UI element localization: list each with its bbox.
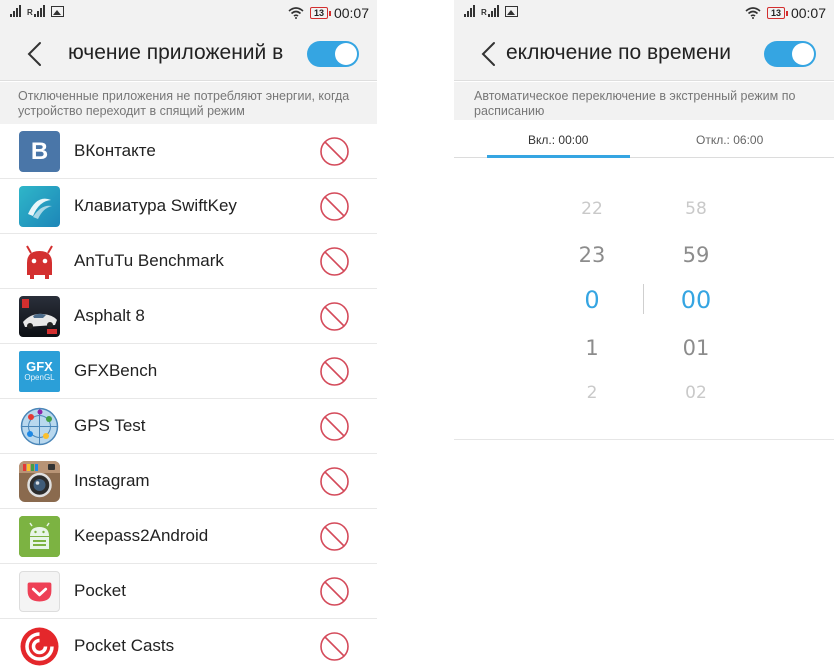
app-name: Pocket Casts (74, 636, 175, 655)
schedule-screen: R 13 00:07 еключение по времени Автомати… (454, 0, 834, 671)
hour-selected[interactable]: 0 (562, 286, 622, 314)
page-title: еключение по времени (506, 41, 731, 64)
signal-icon (10, 5, 21, 17)
signal-r-icon: R (27, 5, 45, 17)
wifi-icon (288, 7, 304, 19)
app-name: Клавиатура SwiftKey (74, 196, 237, 215)
hour-option[interactable]: 22 (562, 199, 622, 219)
pocket-casts-icon (19, 626, 60, 667)
page-title: ючение приложений в (68, 41, 284, 64)
minute-option[interactable]: 02 (666, 383, 726, 403)
app-name: GPS Test (74, 416, 146, 435)
tab-on-time[interactable]: Вкл.: 00:00 (528, 133, 588, 147)
gfx-icon-label: GFX (26, 359, 53, 374)
list-item[interactable]: В ВКонтакте (0, 124, 377, 179)
battery-icon: 13 (766, 7, 788, 19)
app-name: Keepass2Android (74, 526, 209, 545)
time-picker[interactable]: 22 23 0 1 2 58 59 00 01 02 (454, 158, 834, 440)
list-item[interactable]: Pocket (0, 564, 377, 619)
vk-logo-letter: В (30, 137, 49, 165)
gfxbench-icon: GFX OpenGL (19, 351, 60, 392)
app-name: GFXBench (74, 361, 158, 380)
vk-icon: В (19, 131, 60, 172)
status-bar: R 13 00:07 (0, 0, 377, 28)
tab-off-time[interactable]: Откл.: 06:00 (696, 133, 763, 147)
minute-option[interactable]: 59 (666, 243, 726, 267)
list-item[interactable]: GFX OpenGL GFXBench (0, 344, 377, 399)
time-tabs: Вкл.: 00:00 Откл.: 06:00 (454, 124, 834, 158)
app-name: Instagram (74, 471, 150, 490)
list-item[interactable]: GPS Test (0, 399, 377, 454)
description-text: Автоматическое переключение в экстренный… (454, 82, 834, 120)
block-icon[interactable] (319, 631, 350, 662)
block-icon[interactable] (319, 521, 350, 552)
list-item[interactable]: Клавиатура SwiftKey (0, 179, 377, 234)
battery-icon: 13 (309, 7, 331, 19)
block-icon[interactable] (319, 191, 350, 222)
master-toggle[interactable] (307, 41, 359, 67)
block-icon[interactable] (319, 466, 350, 497)
block-icon[interactable] (319, 136, 350, 167)
app-name: ВКонтакте (74, 141, 156, 160)
back-arrow-icon[interactable] (476, 40, 504, 68)
minute-selected[interactable]: 00 (666, 286, 726, 314)
status-clock: 00:07 (790, 5, 826, 21)
pocket-icon (19, 571, 60, 612)
block-icon[interactable] (319, 356, 350, 387)
block-icon[interactable] (319, 301, 350, 332)
list-item[interactable]: AnTuTu Benchmark (0, 234, 377, 289)
hour-option[interactable]: 2 (562, 383, 622, 403)
list-item[interactable]: Keepass2Android (0, 509, 377, 564)
gps-test-icon (19, 406, 60, 447)
keepass-icon (19, 516, 60, 557)
schedule-toggle[interactable] (764, 41, 816, 67)
hour-option[interactable]: 23 (562, 243, 622, 267)
status-bar: R 13 00:07 (454, 0, 834, 28)
app-list: В ВКонтакте Клавиатура SwiftKey AnTuTu B… (0, 124, 377, 671)
block-icon[interactable] (319, 246, 350, 277)
back-arrow-icon[interactable] (22, 40, 50, 68)
list-item[interactable]: Asphalt 8 (0, 289, 377, 344)
instagram-icon (19, 461, 60, 502)
picker-divider (643, 284, 644, 314)
block-icon[interactable] (319, 411, 350, 442)
wifi-icon (745, 7, 761, 19)
signal-icon (464, 5, 475, 17)
app-name: Pocket (74, 581, 126, 600)
image-notification-icon (504, 6, 518, 17)
title-bar: еключение по времени (454, 28, 834, 81)
minute-option[interactable]: 58 (666, 199, 726, 219)
app-name: Asphalt 8 (74, 306, 145, 325)
status-clock: 00:07 (333, 5, 369, 21)
hour-option[interactable]: 1 (562, 336, 622, 360)
description-text: Отключенные приложения не потребляют эне… (0, 82, 377, 124)
swiftkey-icon (19, 186, 60, 227)
signal-r-icon: R (481, 5, 499, 17)
image-notification-icon (50, 6, 64, 17)
asphalt-icon (19, 296, 60, 337)
antutu-icon (19, 241, 60, 282)
app-power-screen: R 13 00:07 ючение приложений в Отключенн… (0, 0, 377, 671)
block-icon[interactable] (319, 576, 350, 607)
gfx-icon-sublabel: OpenGL (24, 373, 55, 382)
title-bar: ючение приложений в (0, 28, 377, 81)
minute-option[interactable]: 01 (666, 336, 726, 360)
app-name: AnTuTu Benchmark (74, 251, 224, 270)
list-item[interactable]: Instagram (0, 454, 377, 509)
list-item[interactable]: Pocket Casts (0, 619, 377, 671)
